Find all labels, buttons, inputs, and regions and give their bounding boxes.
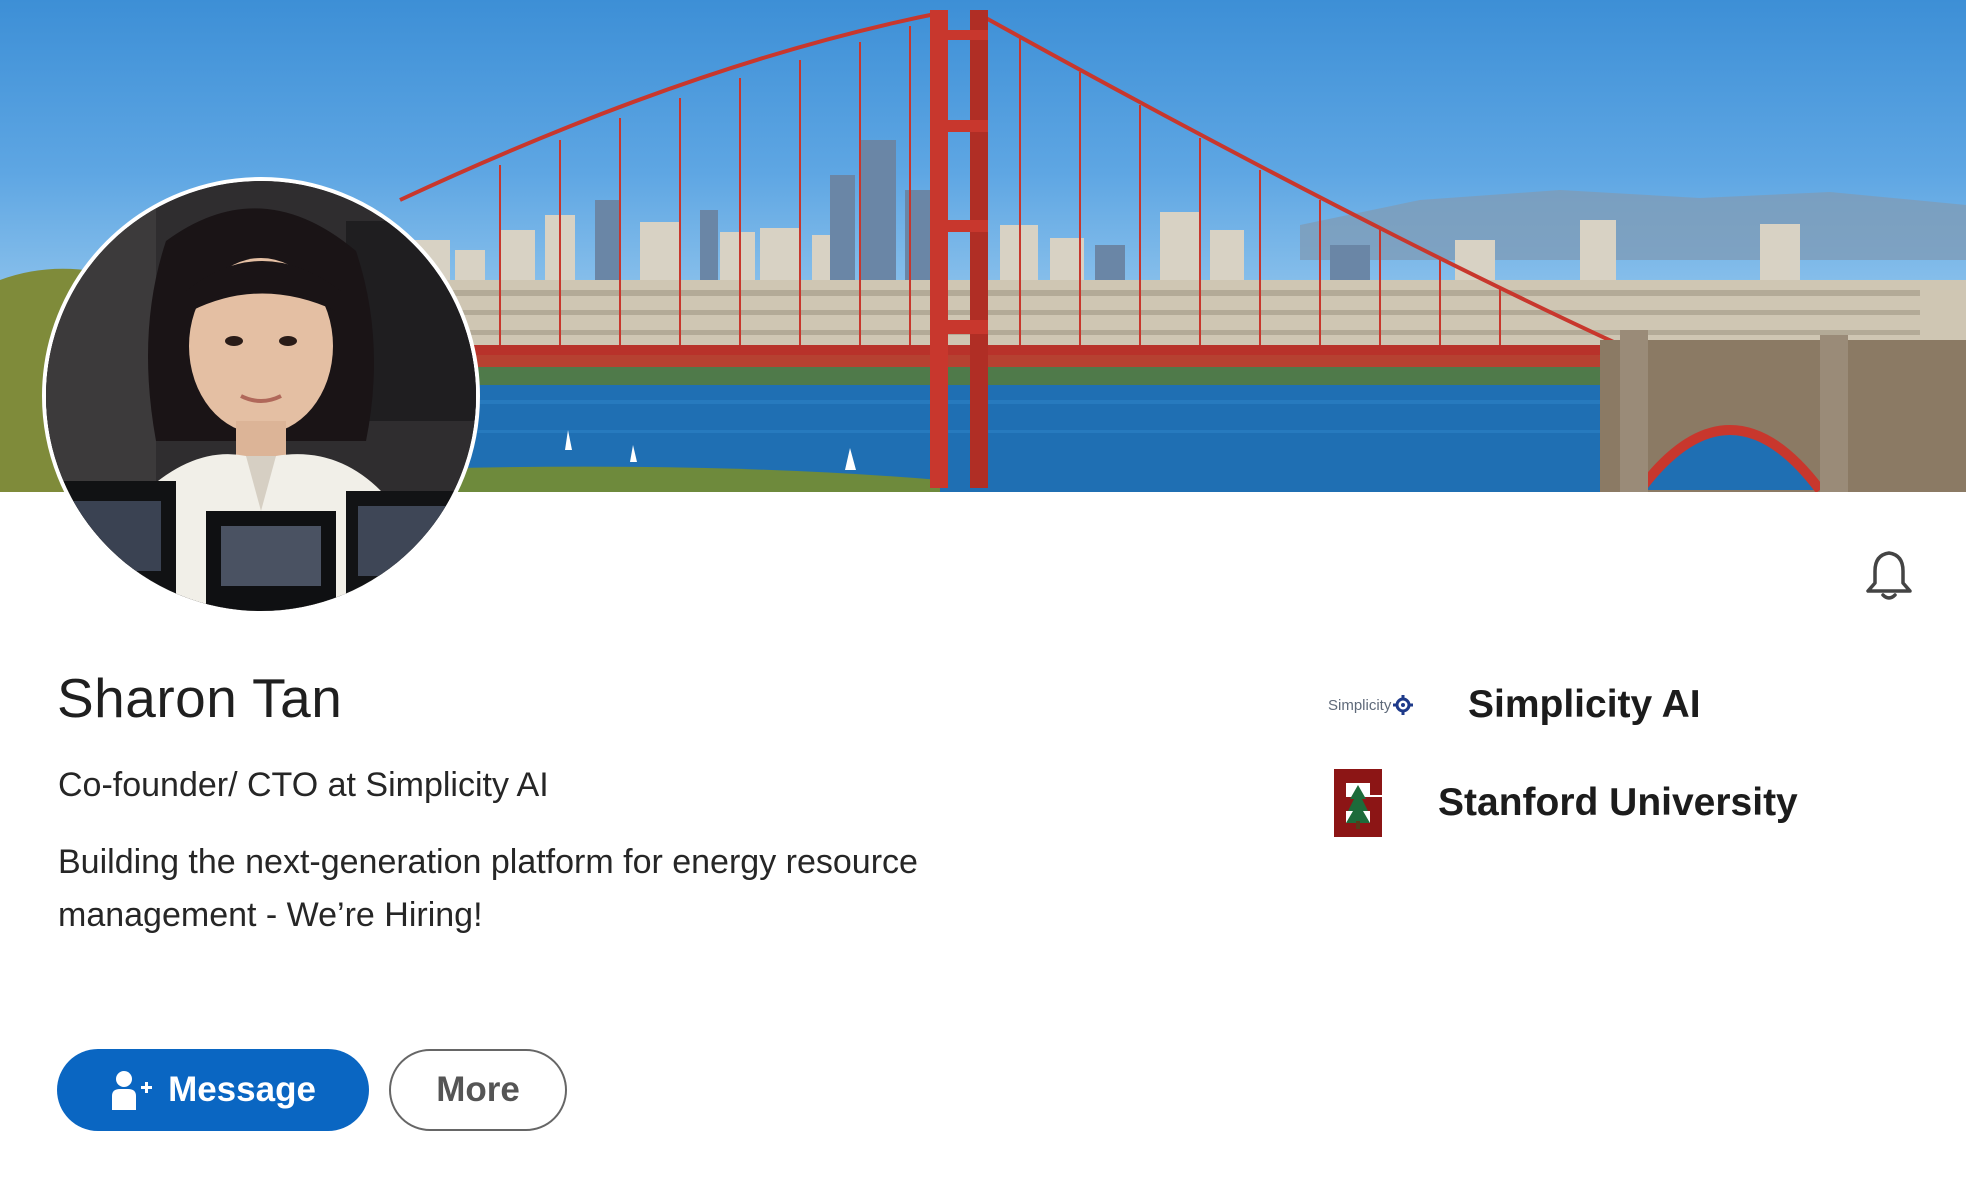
message-button[interactable]: Message: [57, 1049, 369, 1131]
organization-name: Simplicity AI: [1468, 683, 1701, 726]
simplicity-logo: Simplicity: [1328, 695, 1424, 715]
message-button-label: Message: [168, 1070, 316, 1109]
profile-about: Building the next-generation platform fo…: [58, 843, 918, 934]
organization-simplicity[interactable]: Simplicity Simplicity AI: [1328, 683, 1701, 727]
profile-avatar[interactable]: [42, 177, 480, 615]
notification-bell-button[interactable]: [1854, 540, 1924, 610]
bell-icon: [1866, 551, 1912, 600]
add-person-icon: [110, 1070, 154, 1110]
simplicity-logo-text: Simplicity: [1328, 696, 1392, 714]
stanford-logo: [1334, 769, 1382, 837]
more-button-label: More: [436, 1070, 520, 1109]
more-button[interactable]: More: [389, 1049, 567, 1131]
profile-photo: [46, 181, 476, 611]
organization-name: Stanford University: [1438, 781, 1798, 824]
gear-icon: [1393, 695, 1414, 715]
profile-card: Sharon Tan Co-founder/ CTO at Simplicity…: [0, 0, 1966, 1198]
organization-stanford[interactable]: Stanford University: [1330, 765, 1798, 841]
profile-name: Sharon Tan: [57, 667, 343, 729]
profile-headline: Co-founder/ CTO at Simplicity AI: [58, 766, 549, 804]
